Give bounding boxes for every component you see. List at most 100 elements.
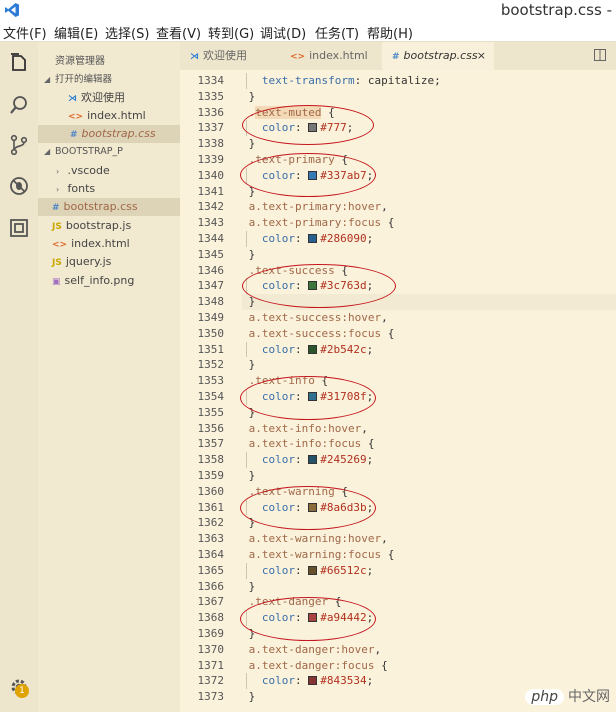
line-number: 1351 (197, 342, 225, 356)
open-editor-item-active[interactable]: # bootstrap.css (38, 125, 180, 143)
code-line[interactable]: color: #2b542c; (242, 342, 373, 358)
line-number: 1362 (197, 516, 225, 530)
close-icon[interactable]: × (477, 42, 486, 70)
code-line[interactable]: a.text-primary:focus { (242, 215, 395, 231)
menu-selection[interactable]: 选择(S) (105, 23, 149, 42)
debug-icon[interactable] (8, 175, 30, 197)
file-item[interactable]: <> index.html (38, 235, 180, 253)
menu-bar: 文件(F) 编辑(E) 选择(S) 查看(V) 转到(G) 调试(D) 任务(T… (0, 22, 616, 42)
code-token: : (295, 453, 309, 467)
highlight-circle (242, 105, 374, 145)
css-selector: a.text-warning:hover (248, 532, 382, 546)
open-editor-label: index.html (87, 109, 146, 122)
code-line[interactable]: } (242, 579, 256, 595)
explorer-sidebar: 资源管理器 ◢ 打开的编辑器 ⋊ 欢迎使用 <> index.html # boots… (38, 42, 180, 712)
color-swatch-icon[interactable] (308, 676, 318, 686)
line-number: 1370 (197, 642, 225, 656)
code-token: , (381, 200, 388, 214)
code-line[interactable]: } (242, 357, 256, 373)
line-number: 1371 (197, 658, 225, 672)
color-swatch-icon[interactable] (308, 455, 318, 465)
line-number: 1373 (197, 690, 225, 704)
code-line[interactable]: color: #66512c; (242, 563, 373, 579)
file-label: self_info.png (64, 274, 135, 287)
source-control-icon[interactable] (8, 134, 30, 156)
open-editors-label: 打开的编辑器 (55, 74, 113, 85)
menu-go[interactable]: 转到(G) (208, 23, 254, 42)
file-item[interactable]: JS jquery.js (38, 253, 180, 271)
html-file-icon: <> (52, 240, 68, 250)
code-token: , (381, 311, 388, 324)
color-swatch-icon[interactable] (308, 234, 318, 243)
folder-item[interactable]: › fonts (38, 180, 180, 198)
code-line[interactable]: } (242, 89, 256, 105)
menu-help[interactable]: 帮助(H) (367, 23, 413, 42)
folder-item[interactable]: › .vscode (38, 162, 180, 180)
open-editor-item[interactable]: ⋊ 欢迎使用 (38, 89, 180, 107)
code-token: : capitalize; (354, 74, 441, 87)
line-number: 1355 (197, 405, 225, 419)
open-editor-item[interactable]: <> index.html (38, 107, 180, 125)
menu-file[interactable]: 文件(F) (3, 23, 47, 42)
indent-guide (246, 341, 247, 358)
split-editor-icon[interactable] (594, 49, 606, 61)
menu-edit[interactable]: 编辑(E) (54, 23, 98, 42)
code-line[interactable]: color: #245269; (242, 452, 373, 468)
code-line[interactable]: a.text-warning:focus { (242, 547, 395, 563)
line-number: 1342 (197, 200, 225, 214)
code-line[interactable]: a.text-success:focus { (242, 326, 395, 342)
code-line[interactable]: color: #843534; (242, 673, 373, 689)
code-line[interactable]: } (242, 689, 256, 705)
code-token: ; (366, 563, 374, 577)
title-bar: bootstrap.css - (0, 0, 616, 22)
code-line[interactable]: a.text-info:hover, (242, 421, 368, 437)
code-token: } (248, 690, 256, 704)
project-header[interactable]: ◢ BOOTSTRAP_P (38, 143, 180, 161)
css-selector: a.text-success:focus (248, 326, 382, 340)
code-token: } (248, 89, 256, 103)
open-editors-header[interactable]: ◢ 打开的编辑器 (38, 71, 180, 89)
css-selector: a.text-danger:hover (248, 642, 375, 656)
code-line[interactable]: a.text-info:focus { (242, 436, 375, 452)
code-line[interactable]: } (242, 468, 256, 484)
line-number: 1358 (197, 453, 225, 467)
code-line[interactable]: } (242, 136, 256, 152)
menu-tasks[interactable]: 任务(T) (315, 23, 359, 42)
color-swatch-icon[interactable] (308, 344, 318, 354)
code-token: { (381, 548, 395, 561)
file-item[interactable]: ▣ self_info.png (38, 272, 180, 290)
file-item[interactable]: JS bootstrap.js (38, 217, 180, 235)
search-icon[interactable] (8, 94, 30, 116)
code-line[interactable]: } (242, 247, 256, 263)
line-number: 1366 (197, 579, 225, 593)
file-item-active[interactable]: # bootstrap.css (38, 198, 180, 216)
code-line[interactable]: a.text-success:hover, (242, 310, 388, 326)
code-line[interactable]: color: #286090; (242, 231, 373, 247)
tab-welcome[interactable]: ⋊ 欢迎使用 (180, 42, 278, 70)
indent-guide (246, 73, 247, 89)
code-token: , (381, 532, 388, 546)
menu-view[interactable]: 查看(V) (156, 23, 201, 42)
explorer-files-icon[interactable] (8, 52, 30, 74)
indent-guide (246, 673, 247, 690)
code-line[interactable]: a.text-danger:hover, (242, 642, 381, 658)
tab-index-html[interactable]: <> index.html (280, 42, 380, 70)
color-swatch-icon[interactable] (308, 565, 318, 575)
code-line[interactable]: text-transform: capitalize; (242, 73, 441, 89)
tab-bootstrap-css[interactable]: # bootstrap.css × (382, 42, 494, 70)
watermark-site: 中文网 (568, 689, 610, 705)
extensions-icon[interactable] (8, 217, 30, 239)
code-editor[interactable]: 1334 1335 1336 1337 1338 1339 1340 1341 1342 1343… (180, 70, 616, 712)
css-file-icon: # (70, 130, 78, 140)
code-token: : (295, 563, 309, 577)
vscode-logo-icon: ⋊ (190, 52, 199, 62)
open-editor-label: 欢迎使用 (81, 91, 125, 104)
notification-badge: 1 (15, 684, 29, 698)
line-number: 1372 (197, 674, 225, 688)
menu-debug[interactable]: 调试(D) (260, 23, 306, 42)
code-line[interactable]: a.text-danger:focus { (242, 658, 388, 674)
code-line[interactable]: a.text-primary:hover, (242, 199, 388, 215)
code-line[interactable]: a.text-warning:hover, (242, 531, 388, 547)
